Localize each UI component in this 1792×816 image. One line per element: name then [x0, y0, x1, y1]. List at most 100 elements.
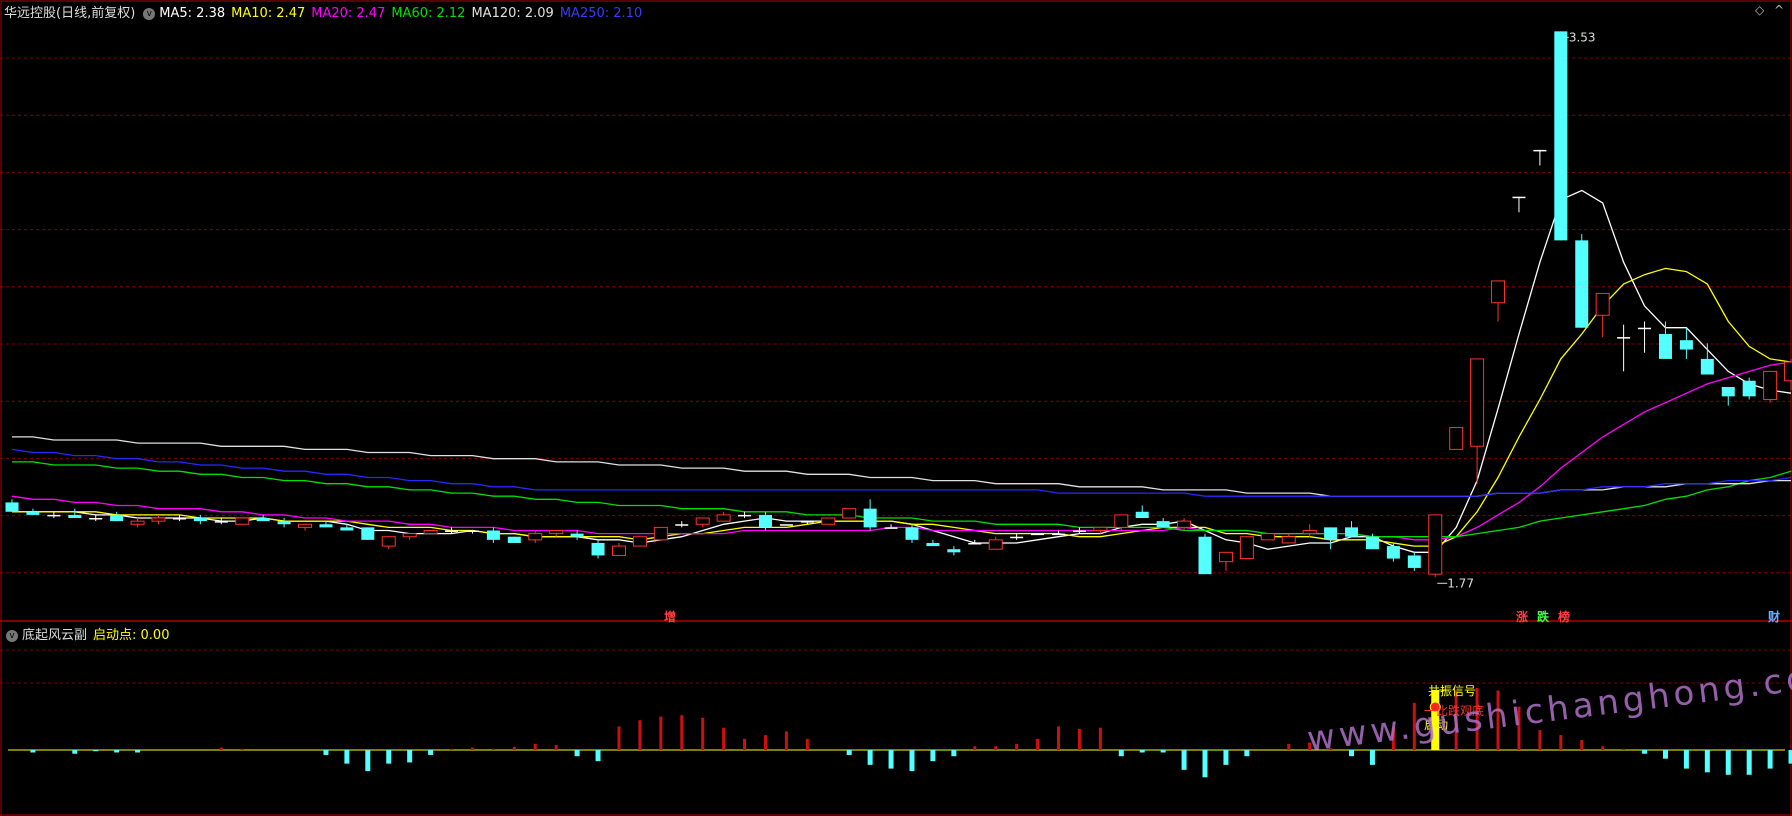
candle-body — [1595, 292, 1610, 316]
candlestick — [1260, 533, 1275, 541]
candlestick — [1198, 533, 1212, 575]
indicator-bar — [574, 750, 580, 757]
indicator-bar — [1139, 750, 1145, 753]
candle-body — [402, 533, 417, 538]
ma10-value: MA10: 2.47 — [231, 6, 306, 21]
candle-body — [1052, 533, 1065, 536]
event-marker-zhang[interactable]: 涨 — [1516, 608, 1528, 625]
candlestick — [1239, 536, 1254, 560]
candle-body — [47, 514, 61, 517]
indicator-bar — [1725, 750, 1731, 775]
indicator-header: v 底起风云副 启动点: 0.00 — [4, 624, 175, 643]
indicator-bar — [219, 747, 223, 750]
candle-body — [1114, 514, 1129, 528]
candlestick — [632, 536, 647, 547]
candle-body — [1407, 555, 1421, 568]
indicator-bar — [805, 738, 809, 750]
candle-body — [549, 529, 564, 535]
chevron-up-icon[interactable]: ^ — [1774, 3, 1784, 17]
candle-body — [1700, 358, 1714, 375]
indicator-bar — [323, 750, 329, 755]
candle-body — [1679, 340, 1693, 350]
indicator-bar — [722, 727, 726, 750]
indicator-bar — [1057, 726, 1060, 750]
indicator-bar — [512, 746, 516, 750]
indicator-bar — [1683, 750, 1689, 769]
candle-body — [1198, 536, 1212, 575]
candle-body — [1281, 536, 1296, 544]
indicator-bar — [1559, 735, 1563, 750]
indicator-bar — [135, 750, 141, 753]
signal-label-resonance: 共振信号 — [1428, 684, 1477, 698]
event-marker-die[interactable]: 跌 — [1537, 608, 1549, 625]
candlestick — [821, 517, 836, 525]
candle-body — [716, 514, 731, 522]
candlestick — [1742, 377, 1756, 400]
indicator-bar — [846, 750, 852, 755]
indicator-bar — [30, 750, 36, 753]
candle-body — [758, 514, 772, 528]
candlestick — [361, 527, 375, 540]
candle-body — [1554, 31, 1568, 241]
candle-body — [130, 520, 145, 525]
indicator-bar — [386, 750, 392, 764]
indicator-bar — [93, 750, 99, 752]
high-price-label: 3.53 — [1569, 30, 1596, 44]
indicator-bar — [72, 750, 78, 754]
indicator-bar — [701, 717, 705, 750]
candle-body — [1365, 536, 1379, 550]
candle-body — [863, 508, 877, 528]
indicator-bar — [638, 720, 642, 750]
candle-body — [905, 527, 919, 540]
candlestick — [507, 536, 521, 543]
candle-body — [5, 502, 19, 512]
indicator-bar — [491, 748, 495, 750]
ma-toggle-icon[interactable]: v — [143, 7, 156, 20]
indicator-bar — [595, 750, 601, 762]
candle-body — [653, 526, 668, 541]
indicator-bar — [1767, 750, 1773, 769]
indicator-toggle-icon[interactable]: v — [6, 629, 18, 642]
candle-body — [193, 518, 207, 522]
candle-body — [486, 530, 500, 540]
candle-body — [1093, 526, 1108, 531]
indicator-bar — [784, 731, 788, 750]
indicator-bar — [470, 747, 474, 750]
event-marker-cai[interactable]: 财 — [1768, 608, 1780, 625]
diamond-icon[interactable]: ◇ — [1755, 3, 1764, 17]
candle-body — [319, 524, 333, 528]
indicator-bar — [680, 715, 684, 750]
stock-title[interactable]: 华远控股(日线,前复权) — [4, 6, 135, 21]
candle-body — [1784, 361, 1792, 382]
indicator-bar — [1580, 740, 1584, 750]
indicator-bar — [1118, 750, 1124, 757]
indicator-bar — [1160, 750, 1166, 753]
candle-body — [1658, 333, 1672, 359]
candle-body — [1156, 521, 1170, 528]
candle-body — [947, 549, 961, 553]
indicator-bar — [407, 750, 413, 763]
event-marker-zeng[interactable]: 增 — [664, 608, 676, 625]
candlestick — [1428, 514, 1443, 578]
low-price-label: 1.77 — [1447, 576, 1474, 590]
candle-body — [1031, 533, 1045, 536]
candlestick — [842, 508, 857, 519]
ma120-value: MA120: 2.09 — [471, 6, 554, 21]
candle-body — [361, 527, 375, 540]
event-marker-bang[interactable]: 榜 — [1558, 608, 1570, 625]
indicator-bar — [533, 743, 537, 750]
indicator-bar — [1287, 743, 1291, 750]
ma60-value: MA60: 2.12 — [391, 6, 466, 21]
indicator-bar — [428, 750, 434, 755]
candlestick — [1031, 533, 1045, 536]
candle-body — [570, 533, 584, 537]
candle-body — [884, 527, 898, 529]
candle-body — [1345, 527, 1359, 537]
indicator-bar — [951, 750, 957, 757]
candle-body — [1010, 536, 1024, 539]
candle-body — [738, 514, 752, 517]
candle-body — [1386, 546, 1400, 559]
indicator-name[interactable]: 底起风云副 — [22, 628, 87, 643]
candlestick — [1554, 31, 1568, 241]
candle-body — [611, 545, 626, 556]
